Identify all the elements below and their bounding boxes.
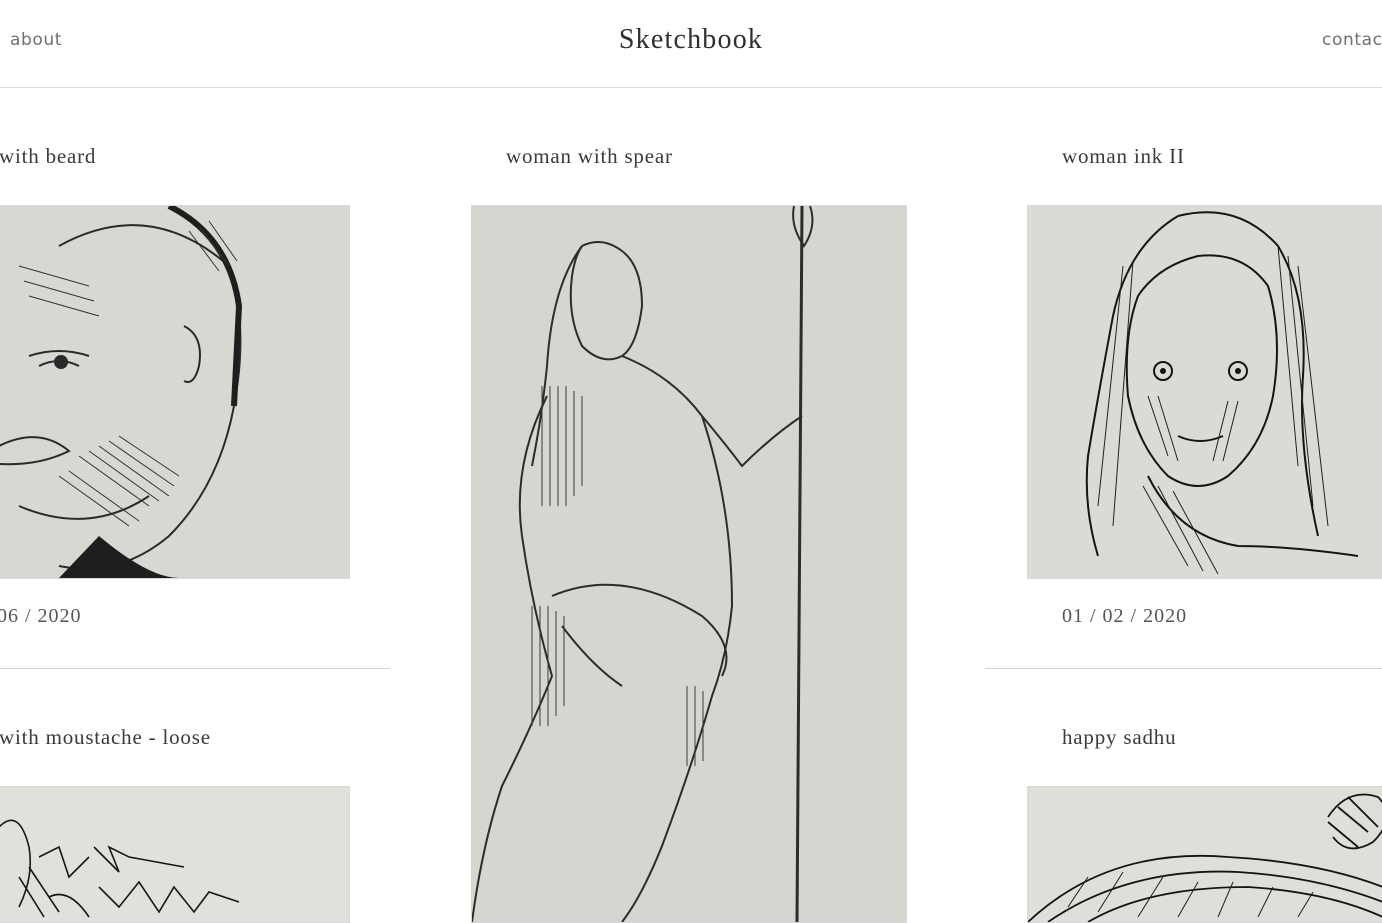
sketch-drawing bbox=[1028, 206, 1382, 578]
sketch-drawing bbox=[0, 206, 349, 578]
sketch-drawing bbox=[0, 787, 349, 922]
card-title[interactable]: woman with spear bbox=[506, 144, 673, 169]
card-divider bbox=[0, 668, 390, 669]
sketch-drawing bbox=[1028, 787, 1382, 922]
card-image-with-beard[interactable] bbox=[0, 205, 350, 579]
card-date: 06 / 2020 bbox=[0, 605, 82, 627]
sketch-drawing bbox=[472, 206, 906, 922]
card-image-with-moustache[interactable] bbox=[0, 786, 350, 923]
card-title[interactable]: happy sadhu bbox=[1062, 725, 1176, 750]
card-date: 01 / 02 / 2020 bbox=[1062, 605, 1188, 627]
card-image-woman-ink-ii[interactable] bbox=[1027, 205, 1382, 579]
nav-contact-link[interactable]: contact bbox=[1322, 30, 1382, 50]
site-header: about Sketchbook contact bbox=[0, 0, 1382, 88]
card-image-woman-with-spear[interactable] bbox=[471, 205, 907, 923]
site-title[interactable]: Sketchbook bbox=[0, 24, 1382, 56]
card-title[interactable]: with beard bbox=[0, 144, 96, 169]
card-title[interactable]: woman ink II bbox=[1062, 144, 1185, 169]
card-divider bbox=[985, 668, 1382, 669]
card-image-happy-sadhu[interactable] bbox=[1027, 786, 1382, 923]
card-title[interactable]: with moustache - loose bbox=[0, 725, 211, 750]
